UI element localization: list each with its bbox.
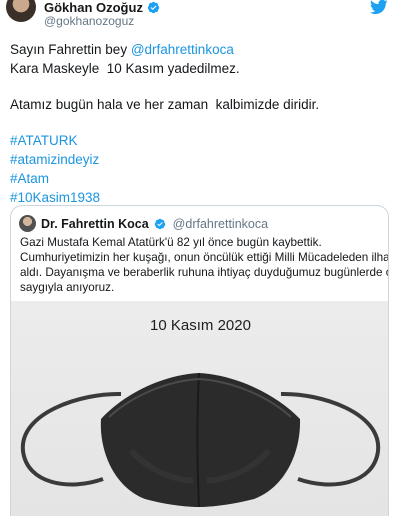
author-name-row: Gökhan Ozoğuz (44, 0, 160, 15)
avatar[interactable] (6, 0, 36, 22)
author-name[interactable]: Gökhan Ozoğuz (44, 0, 143, 15)
tweet-body: Sayın Fahrettin bey @drfahrettinkoca Kar… (10, 40, 390, 207)
quoted-author-name: Dr. Fahrettin Koca (41, 216, 149, 231)
quoted-avatar (19, 215, 36, 232)
quoted-line-4: saygıyla anıyoruz. (20, 281, 115, 294)
line-break-spacer (10, 114, 390, 131)
quoted-line-1: Gazi Mustafa Kemal Atatürk'ü 82 yıl önce… (20, 236, 322, 249)
hashtag-link[interactable]: #Atam (10, 169, 390, 188)
tweet-line-2: Kara Maskeyle 10 Kasım yadedilmez. (10, 61, 240, 76)
verified-badge-icon (154, 218, 165, 229)
hashtag-link[interactable]: #ATATURK (10, 131, 390, 150)
mention-link[interactable]: @drfahrettinkoca (131, 42, 234, 57)
quoted-tweet-card[interactable]: Dr. Fahrettin Koca @drfahrettinkoca Gazi… (10, 205, 389, 516)
image-caption: 10 Kasım 2020 (150, 317, 251, 334)
twitter-bird-icon[interactable] (370, 0, 388, 16)
line-break-spacer (10, 78, 390, 95)
author-handle[interactable]: @gokhanozoguz (44, 14, 134, 28)
quoted-tweet-body: Gazi Mustafa Kemal Atatürk'ü 82 yıl önce… (20, 235, 389, 295)
quoted-tweet-header: Dr. Fahrettin Koca @drfahrettinkoca (19, 215, 268, 232)
quoted-line-3: aldı. Dayanışma ve beraberlik ruhuna iht… (20, 266, 389, 279)
tweet-line-3: Atamız bugün hala ve her zaman kalbimizd… (10, 97, 320, 112)
tweet-line-1: Sayın Fahrettin bey @drfahrettinkoca (10, 42, 234, 57)
hashtag-link[interactable]: #atamizindeyiz (10, 150, 390, 169)
verified-badge-icon (147, 1, 160, 14)
quoted-line-2: Cumhuriyetimizin her kuşağı, onun öncülü… (20, 251, 389, 264)
quoted-tweet-image[interactable]: 10 Kasım 2020 (11, 301, 388, 516)
quoted-author-handle: @drfahrettinkoca (172, 216, 269, 231)
tweet-header: Gökhan Ozoğuz @gokhanozoguz (0, 0, 398, 28)
